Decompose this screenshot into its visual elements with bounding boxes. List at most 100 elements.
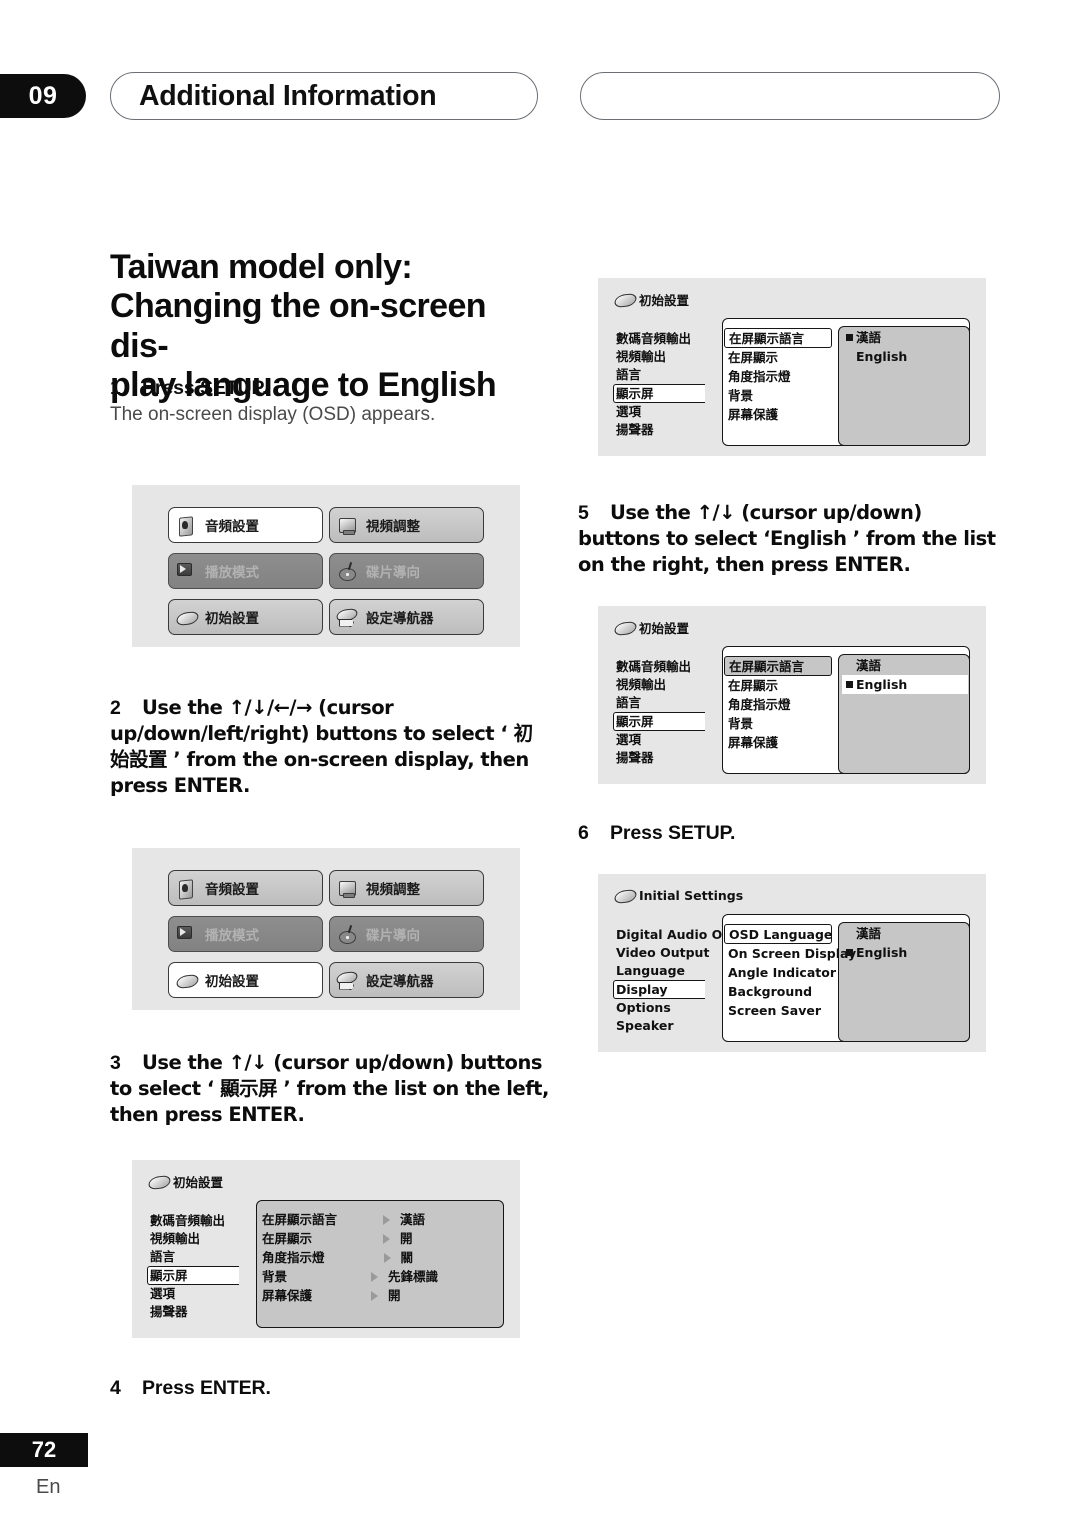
settings-item-selected[interactable]: 在屏顯示語言 (724, 328, 832, 348)
settings-item[interactable]: 在屏顯示 開 (262, 1229, 492, 1248)
page-language-code: En (36, 1476, 61, 1498)
category-item[interactable]: 揚聲器 (150, 1303, 239, 1321)
category-item-selected[interactable]: 顯示屏 (613, 384, 705, 403)
osd-button-disc-navigator: 碟片導向 (329, 916, 484, 952)
category-item[interactable]: 數碼音頻輸出 (616, 658, 705, 676)
figure-title-label: 初始設置 (639, 621, 690, 636)
chevron-right-icon (383, 1252, 391, 1263)
osd-button-setup-navigator[interactable]: 設定導航器 (329, 599, 484, 635)
settings-item[interactable]: 屏幕保護 開 (262, 1286, 492, 1305)
language-option-list: 漢語 English (842, 656, 968, 694)
settings-item[interactable]: 在屏顯示 (728, 676, 832, 695)
osd-button-video-adjust[interactable]: 視頻調整 (329, 507, 484, 543)
settings-item[interactable]: On Screen Display (728, 944, 856, 963)
osd-button-label: 視頻調整 (366, 882, 420, 898)
settings-item[interactable]: 屏幕保護 (728, 405, 832, 424)
chapter-title-pill: Additional Information (110, 72, 538, 120)
initial-settings-figure-cjk-values: 初始設置 數碼音頻輸出 視頻輸出 語言 顯示屏 選項 揚聲器 在屏顯示語言 漢語… (132, 1160, 520, 1338)
language-option[interactable]: 漢語 (842, 656, 968, 675)
category-item[interactable]: Options (616, 999, 737, 1017)
settings-item-value: 開 (400, 1231, 413, 1246)
settings-item-selected[interactable]: OSD Language (724, 924, 832, 944)
initial-settings-icon (614, 886, 635, 905)
figure-title: Initial Settings (614, 886, 743, 905)
category-item[interactable]: 數碼音頻輸出 (150, 1212, 239, 1230)
category-item[interactable]: 語言 (616, 366, 705, 384)
settings-item[interactable]: 角度指示燈 (728, 367, 832, 386)
osd-button-video-adjust[interactable]: 視頻調整 (329, 870, 484, 906)
osd-button-label: 播放模式 (205, 928, 259, 944)
settings-item-list: 在屏顯示語言 漢語 在屏顯示 開 角度指示燈 關 背景 先鋒標識 屏幕保護 開 (262, 1210, 492, 1305)
settings-item-value: 關 (400, 1250, 414, 1265)
category-list: 數碼音頻輸出 視頻輸出 語言 顯示屏 選項 揚聲器 (613, 330, 705, 439)
category-item[interactable]: 視頻輸出 (616, 348, 705, 366)
osd-button-play-mode: 播放模式 (168, 916, 323, 952)
initial-settings-icon (614, 618, 635, 637)
category-item[interactable]: 揚聲器 (616, 421, 705, 439)
category-item[interactable]: 選項 (616, 403, 705, 421)
category-item[interactable]: 語言 (150, 1248, 239, 1266)
step-6: 6 Press SETUP. (578, 820, 998, 846)
settings-item[interactable]: 背景 (728, 386, 832, 405)
category-item[interactable]: 揚聲器 (616, 749, 705, 767)
figure-title-label: 初始設置 (173, 1175, 224, 1190)
category-item[interactable]: Speaker (616, 1017, 737, 1035)
step-3: 3 Use the ↑/↓ (cursor up/down) buttons to… (110, 1050, 550, 1128)
category-item[interactable]: 選項 (616, 731, 705, 749)
step-3-text: Use the ↑/↓ (cursor up/down) buttons to … (110, 1051, 549, 1127)
osd-button-disc-navigator: 碟片導向 (329, 553, 484, 589)
settings-item-selected[interactable]: 在屏顯示語言 (724, 656, 832, 676)
settings-item[interactable]: 背景 先鋒標識 (262, 1267, 492, 1286)
osd-button-play-mode: 播放模式 (168, 553, 323, 589)
category-list: Digital Audio Out Video Output Language … (613, 926, 737, 1035)
chapter-title: Additional Information (139, 79, 437, 112)
osd-button-audio-settings[interactable]: 音頻設置 (168, 507, 323, 543)
osd-button-grid: 音頻設置 視頻調整 播放模式 碟片導向 初始設置 設定導航器 (168, 870, 484, 998)
settings-item[interactable]: Background (728, 982, 832, 1001)
settings-item[interactable]: Screen Saver (728, 1001, 832, 1020)
category-item[interactable]: 數碼音頻輸出 (616, 330, 705, 348)
category-item-selected[interactable]: Display (613, 980, 705, 999)
settings-item[interactable]: 背景 (728, 714, 832, 733)
language-option-selected[interactable]: English (842, 943, 968, 962)
category-item[interactable]: Digital Audio Out (616, 926, 737, 944)
osd-button-label: 初始設置 (205, 611, 259, 627)
setup-navigator-icon (337, 971, 358, 990)
osd-button-label: 音頻設置 (205, 882, 259, 898)
language-option-selected[interactable]: 漢語 (846, 328, 958, 347)
step-6-text: Press SETUP. (610, 822, 736, 844)
osd-button-audio-settings[interactable]: 音頻設置 (168, 870, 323, 906)
category-item[interactable]: 視頻輸出 (150, 1230, 239, 1248)
video-adjust-icon (337, 879, 358, 898)
category-item[interactable]: Video Output (616, 944, 737, 962)
language-option-selected[interactable]: English (842, 675, 968, 694)
language-option[interactable]: 漢語 (842, 924, 968, 943)
category-item-selected[interactable]: 顯示屏 (613, 712, 705, 731)
chevron-right-icon (371, 1290, 379, 1301)
step-5: 5 Use the ↑/↓ (cursor up/down) buttons to… (578, 500, 998, 578)
category-item[interactable]: 選項 (150, 1285, 239, 1303)
osd-button-setup-navigator[interactable]: 設定導航器 (329, 962, 484, 998)
settings-item[interactable]: 角度指示燈 關 (262, 1248, 492, 1267)
settings-item[interactable]: 在屏顯示 (728, 348, 832, 367)
category-item-selected[interactable]: 顯示屏 (147, 1266, 239, 1285)
language-option[interactable]: English (846, 347, 958, 366)
settings-item[interactable]: 角度指示燈 (728, 695, 832, 714)
language-option-label: English (856, 349, 908, 364)
figure-title-label: 初始設置 (639, 293, 690, 308)
settings-item[interactable]: 屏幕保護 (728, 733, 832, 752)
settings-item[interactable]: 在屏顯示語言 漢語 (262, 1210, 492, 1229)
osd-button-initial-settings[interactable]: 初始設置 (168, 599, 323, 635)
step-1-text: Press SETUP. (142, 377, 268, 399)
osd-button-initial-settings[interactable]: 初始設置 (168, 962, 323, 998)
category-item[interactable]: 語言 (616, 694, 705, 712)
settings-item-label: 在屏顯示語言 (262, 1212, 338, 1227)
category-item[interactable]: Language (616, 962, 737, 980)
category-item[interactable]: 視頻輸出 (616, 676, 705, 694)
step-1-subtext: The on-screen display (OSD) appears. (110, 404, 436, 426)
settings-item-value: 漢語 (400, 1212, 426, 1227)
settings-item[interactable]: Angle Indicator (728, 963, 836, 982)
osd-button-label: 設定導航器 (366, 974, 434, 990)
initial-settings-icon (148, 1172, 169, 1191)
step-6-number: 6 (578, 822, 589, 844)
